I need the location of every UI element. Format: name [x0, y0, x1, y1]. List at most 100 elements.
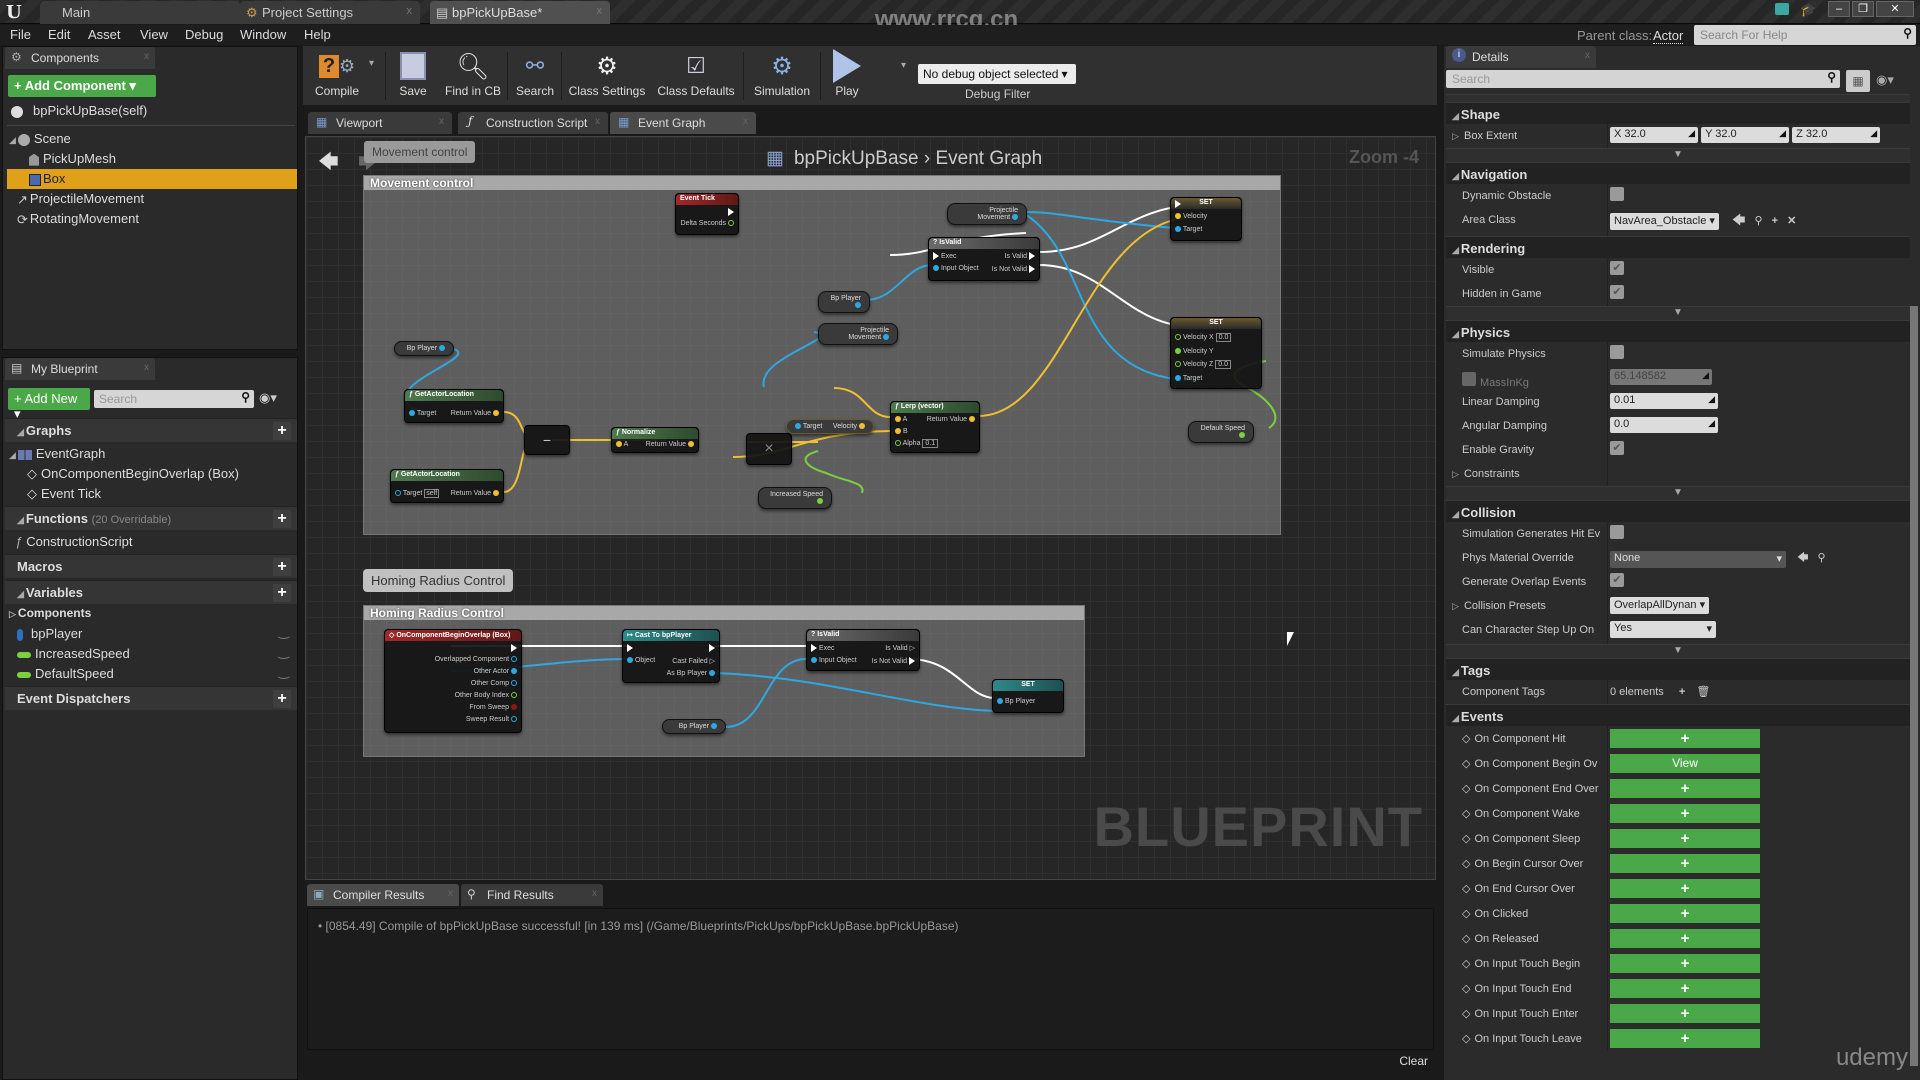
variable-item-increasedspeed[interactable]: IncreasedSpeed ‿: [17, 644, 293, 664]
box-extent-z[interactable]: Z 32.0: [1792, 127, 1881, 143]
pin-velocity-z[interactable]: Velocity Z 0.0: [1175, 360, 1231, 369]
browse-search-icon[interactable]: ⚲: [1754, 215, 1762, 227]
help-search-input[interactable]: Search For Help ⚲: [1694, 25, 1916, 45]
self-item[interactable]: bpPickUpBase(self): [11, 101, 147, 121]
expand-advanced-button[interactable]: ▼: [1446, 306, 1910, 320]
node-subtract[interactable]: −: [524, 425, 570, 455]
view-options-eye-icon[interactable]: ◉▾: [1876, 72, 1894, 88]
variables-components-group[interactable]: ▷ Components: [9, 604, 91, 624]
pin-target[interactable]: Target self: [395, 489, 440, 498]
expand-advanced-button[interactable]: ▼: [1446, 486, 1910, 500]
var-node-default-speed[interactable]: Default Speed: [1188, 421, 1254, 443]
parent-class-link[interactable]: Actor: [1653, 28, 1684, 44]
find-in-cb-button[interactable]: 🔍︎ Find in CB: [443, 48, 503, 104]
pin-delta-seconds[interactable]: Delta Seconds: [681, 220, 734, 227]
event-graph-item[interactable]: ◢ EventGraph: [9, 444, 105, 464]
pin-other-actor[interactable]: Other Actor: [474, 668, 517, 675]
close-icon[interactable]: x: [407, 5, 413, 17]
category-shape[interactable]: ◢ Shape: [1446, 102, 1910, 124]
clear-x-icon[interactable]: ✕: [1787, 215, 1796, 227]
tutorial-cap-icon[interactable]: 🎓: [1800, 2, 1816, 18]
tab-viewport[interactable]: ▦ Viewport x: [308, 112, 452, 134]
category-navigation[interactable]: ◢ Navigation: [1446, 162, 1910, 184]
pin-input-object[interactable]: Input Object: [811, 657, 857, 664]
debug-object-select[interactable]: No debug object selected ▾: [918, 64, 1076, 84]
menu-window[interactable]: Window: [240, 27, 286, 42]
pin-b[interactable]: B: [895, 428, 908, 435]
use-selected-arrow-icon[interactable]: 🡄: [1732, 212, 1745, 227]
node-is-valid[interactable]: ? IsValid Exec Input Object Is Valid Is …: [928, 237, 1040, 281]
var-node-bp-player[interactable]: Bp Player: [662, 719, 726, 734]
section-functions[interactable]: ◢ Functions (20 Overridable) +: [5, 506, 297, 530]
pin-bp-player[interactable]: Bp Player: [997, 698, 1035, 705]
breadcrumb-root[interactable]: bpPickUpBase: [794, 148, 919, 169]
tree-item-scene[interactable]: ◢ Scene: [9, 129, 71, 149]
node-cast-to-bpplayer[interactable]: ↦ Cast To bpPlayer Object Cast Failed ▷ …: [622, 629, 720, 683]
add-icon[interactable]: +: [1772, 215, 1778, 227]
var-node-bp-player[interactable]: Bp Player: [818, 291, 870, 313]
close-window-button[interactable]: ✕: [1876, 1, 1914, 17]
visibility-eye-icon[interactable]: ‿: [279, 624, 289, 640]
event-add-button[interactable]: +: [1610, 879, 1760, 898]
close-icon[interactable]: x: [448, 888, 453, 899]
phys-material-select[interactable]: None ▾: [1610, 551, 1786, 568]
property-matrix-button[interactable]: ▦: [1846, 70, 1870, 92]
details-search-input[interactable]: Search ⚲: [1446, 70, 1840, 88]
pin-target[interactable]: Target: [409, 410, 436, 417]
collision-presets-select[interactable]: OverlapAllDynan ▾: [1610, 597, 1710, 614]
pin-return-value[interactable]: Return Value: [451, 410, 499, 417]
var-node-projectile-movement[interactable]: Projectile Movement: [947, 203, 1027, 225]
pin-object[interactable]: Object: [627, 657, 655, 664]
pin-return-value[interactable]: Return Value: [927, 416, 975, 423]
visible-checkbox[interactable]: ✔: [1610, 261, 1624, 275]
pin-other-comp[interactable]: Other Comp: [471, 680, 517, 687]
menu-file[interactable]: File: [10, 27, 31, 42]
event-add-button[interactable]: +: [1610, 829, 1760, 848]
play-options-dropdown[interactable]: ▾: [901, 60, 906, 71]
pin-exec[interactable]: Exec: [811, 644, 835, 652]
generate-overlap-checkbox[interactable]: ✔: [1610, 573, 1624, 587]
section-variables[interactable]: ◢ Variables +: [5, 580, 297, 604]
back-arrow-button[interactable]: 🡄: [318, 147, 339, 181]
pin-as-bp-player[interactable]: As Bp Player: [667, 670, 715, 677]
event-graph-canvas[interactable]: 🡄 🡆 Movement control ▦bpPickUpBase › Eve…: [305, 136, 1436, 880]
section-macros[interactable]: Macros +: [5, 554, 297, 578]
pin-velocity[interactable]: Velocity: [1175, 213, 1207, 220]
close-icon[interactable]: x: [439, 116, 444, 127]
box-extent-y[interactable]: Y 32.0: [1701, 127, 1790, 143]
browse-search-icon[interactable]: ⚲: [1818, 552, 1826, 564]
node-get-actor-location[interactable]: ƒ GetActorLocation Target Return Value: [404, 389, 504, 423]
pin-a[interactable]: A: [895, 416, 907, 423]
expand-triangle-icon[interactable]: ◢: [9, 135, 16, 145]
pin-from-sweep[interactable]: From Sweep: [469, 704, 517, 711]
pin-overlapped-component[interactable]: Overlapped Component: [435, 656, 517, 663]
node-set-velocity-xyz[interactable]: SET Velocity X 0.0 Velocity Y Velocity Z…: [1170, 317, 1262, 389]
menu-debug[interactable]: Debug: [185, 27, 223, 42]
var-node-bp-player[interactable]: Bp Player: [394, 341, 454, 356]
use-selected-arrow-icon[interactable]: 🡄: [1797, 552, 1808, 564]
event-add-button[interactable]: +: [1610, 1004, 1760, 1023]
menu-view[interactable]: View: [140, 27, 168, 42]
expand-advanced-button[interactable]: ▼: [1446, 148, 1910, 162]
tree-item-box[interactable]: Box: [7, 169, 297, 189]
feedback-icon[interactable]: [1775, 3, 1789, 15]
add-tag-icon[interactable]: +: [1679, 686, 1685, 698]
function-item-constructionscript[interactable]: ƒ ConstructionScript: [15, 532, 132, 552]
pin-is-not-valid[interactable]: Is Not Valid: [872, 657, 915, 665]
doc-tab-project-settings[interactable]: ⚙ Project Settings x: [240, 1, 420, 24]
exec-pin[interactable]: [728, 208, 734, 216]
node-set-bp-player[interactable]: SET Bp Player: [992, 679, 1064, 713]
event-add-button[interactable]: +: [1610, 804, 1760, 823]
area-class-select[interactable]: NavArea_Obstacle ▾: [1610, 213, 1719, 230]
details-scrollbar[interactable]: [1910, 306, 1918, 1066]
row-constraints[interactable]: ▷ Constraints: [1446, 462, 1910, 486]
menu-asset[interactable]: Asset: [88, 27, 121, 42]
pin-target[interactable]: Target: [1175, 375, 1202, 382]
dynamic-obstacle-checkbox[interactable]: [1610, 187, 1624, 201]
node-lerp-vector[interactable]: ƒ Lerp (vector) A B Alpha 0.1 Return Val…: [890, 401, 980, 453]
section-graphs[interactable]: ◢ Graphs +: [5, 418, 297, 442]
box-extent-x[interactable]: X 32.0: [1610, 127, 1698, 143]
pin-is-valid[interactable]: Is Valid: [1005, 252, 1035, 260]
mass-override-checkbox[interactable]: [1462, 372, 1476, 386]
tab-find-results[interactable]: ⚲ Find Results x: [461, 884, 603, 906]
